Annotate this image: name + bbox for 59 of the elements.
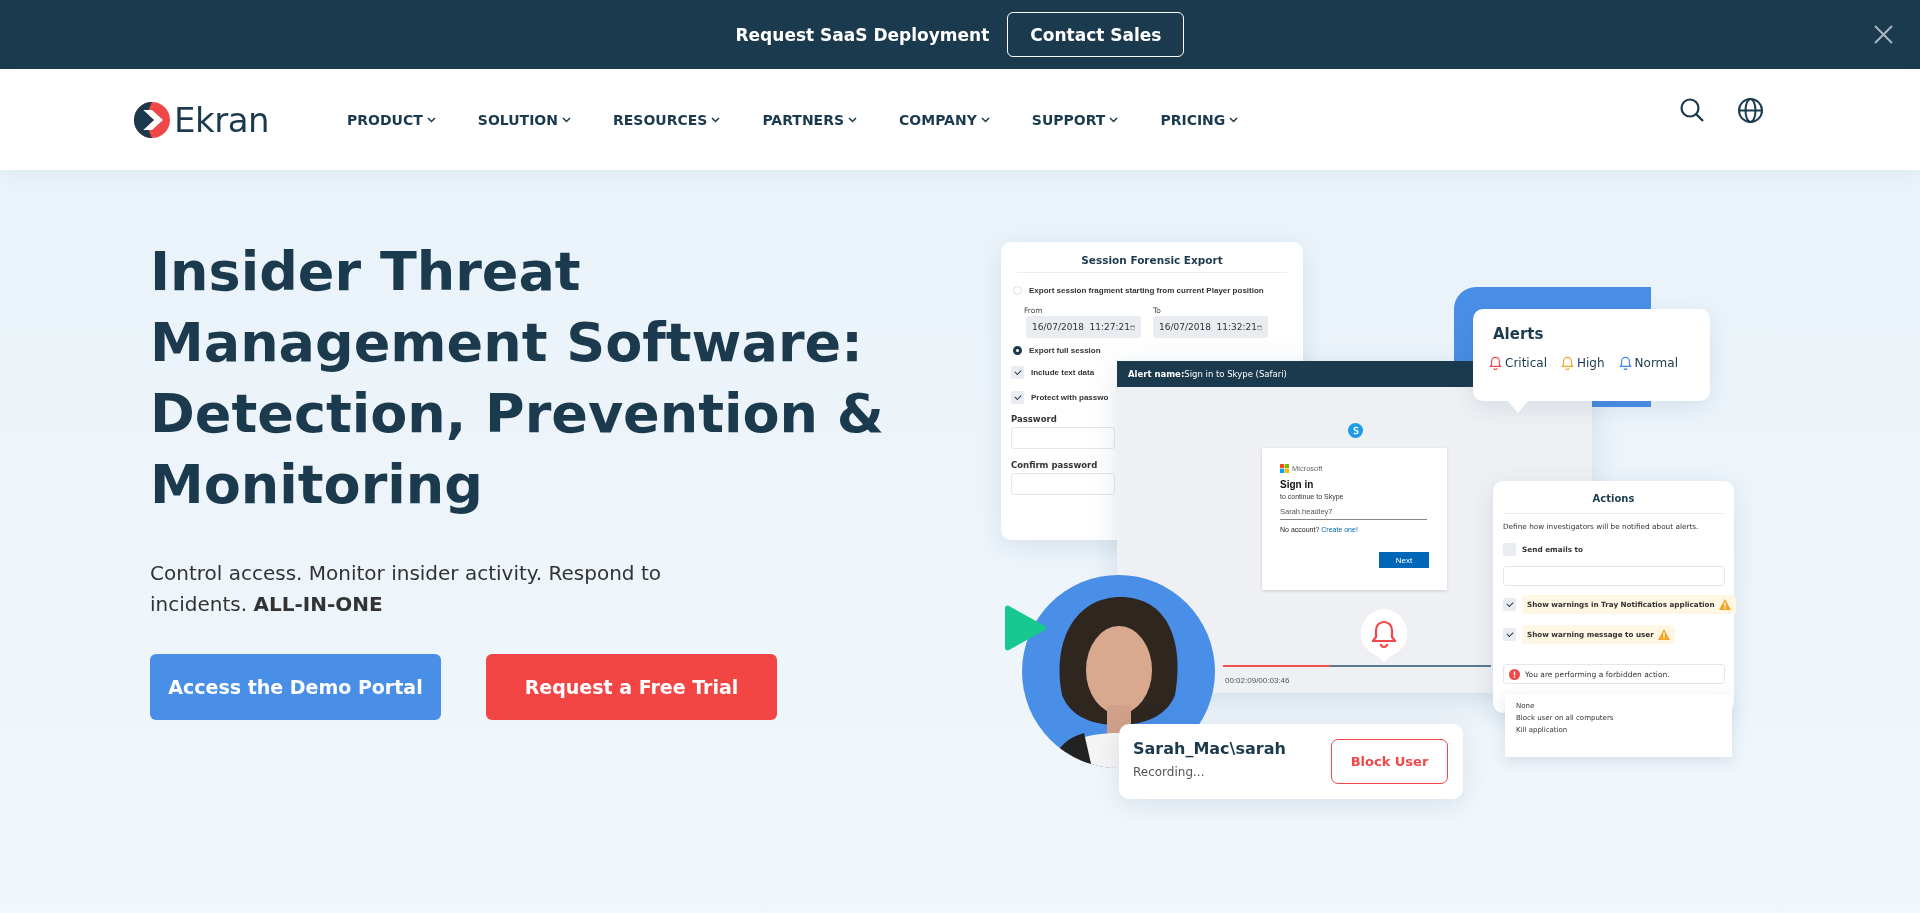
user-name: Sarah_Mac\sarah	[1133, 739, 1286, 758]
checkbox-label: Protect with passwo	[1031, 393, 1109, 402]
option-label: Export session fragment starting from current Player position	[1029, 286, 1264, 295]
password-field[interactable]	[1011, 473, 1115, 495]
field-label: Confirm password	[1011, 460, 1098, 470]
trial-button[interactable]: Request a Free Trial	[486, 654, 777, 720]
nav-menu-item[interactable]: SOLUTION	[477, 111, 571, 128]
caret-icon	[980, 116, 990, 123]
caret-icon	[711, 116, 721, 123]
hero-subtitle: Control access. Monitor insider activity. Respond to incidents. ALL-IN-ONE	[150, 560, 662, 618]
alert-level-label: Normal	[1634, 356, 1678, 371]
brand-name[interactable]: Ekran	[174, 99, 270, 140]
calendar-icon	[1130, 322, 1135, 332]
field-label: Password	[1011, 414, 1057, 424]
calendar-icon	[1257, 322, 1262, 332]
next-button[interactable]: Next	[1379, 552, 1429, 568]
nav-menu-item[interactable]: PARTNERS	[762, 111, 858, 128]
card-title: Actions	[1591, 493, 1636, 504]
alert-bell-bubble	[1359, 609, 1409, 664]
nav-menu-item[interactable]: SUPPORT	[1031, 111, 1119, 128]
caret-icon	[1109, 116, 1119, 123]
checkbox-label: Include text data	[1031, 368, 1095, 377]
caret-icon	[1229, 116, 1239, 123]
password-field[interactable]	[1011, 427, 1115, 449]
sign-in-title: Sign in	[1280, 479, 1314, 490]
block-user-button[interactable]: Block User	[1331, 739, 1448, 784]
search-icon[interactable]	[1679, 97, 1705, 123]
nav-menu-item[interactable]: RESOURCES	[612, 111, 721, 128]
nav-menu-item[interactable]: COMPANY	[899, 111, 990, 128]
card-title: Alerts	[1493, 325, 1544, 343]
contact-sales-button[interactable]: Contact Sales	[1007, 12, 1185, 57]
globe-icon[interactable]	[1737, 97, 1764, 124]
caret-icon	[426, 116, 436, 123]
playback-time: 00:02:09/00:03:46	[1225, 676, 1290, 685]
checkbox[interactable]	[1011, 366, 1024, 379]
play-icon	[1005, 604, 1047, 652]
close-icon[interactable]	[1873, 24, 1894, 45]
caret-icon	[848, 116, 858, 123]
warning-icon	[1718, 599, 1731, 610]
email-field[interactable]	[1503, 566, 1725, 586]
hero-title: Insider Threat Management Software: Detection, Prevention & Monitoring	[150, 239, 885, 518]
logo-icon[interactable]	[134, 101, 170, 138]
caret-icon	[561, 116, 571, 123]
date-field[interactable]: 16/07/2018 11:32:21	[1153, 316, 1268, 338]
checkbox[interactable]	[1011, 391, 1024, 404]
radio-button[interactable]	[1013, 346, 1022, 355]
checkbox[interactable]	[1503, 598, 1516, 611]
nav-menu-item[interactable]: PRICING	[1160, 111, 1239, 128]
option-label: Export full session	[1029, 346, 1101, 355]
recording-status: Recording...	[1133, 765, 1205, 779]
date-field[interactable]: 16/07/2018 11:27:21	[1026, 316, 1141, 338]
warning-icon	[1657, 629, 1670, 640]
windows-logo-icon	[1280, 464, 1289, 473]
panel-title: Session Forensic Export	[1080, 254, 1224, 266]
checkbox[interactable]	[1503, 628, 1516, 641]
nav-menu-item[interactable]: PRODUCT	[347, 111, 436, 128]
banner-text: Request SaaS Deployment	[735, 24, 990, 45]
error-icon	[1509, 668, 1520, 680]
chat-app-icon	[1348, 423, 1363, 438]
